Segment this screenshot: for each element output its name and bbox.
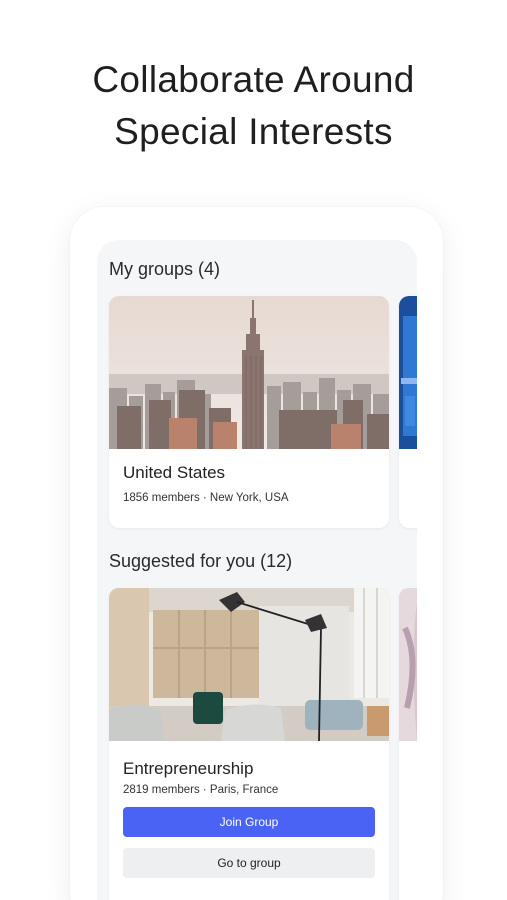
my-groups-title: My groups (4) [109, 259, 221, 279]
group-name: Entrepreneurship [123, 759, 254, 778]
group-meta: 1856 members · New York, USA [123, 492, 289, 504]
app-screen: My groups (4) United States 1856 members… [97, 240, 417, 900]
new-york-skyline-image [109, 296, 389, 449]
headline: Collaborate Around Special Interests [0, 54, 507, 158]
suggested-title: Suggested for you (12) [109, 551, 293, 571]
modern-office-image [109, 588, 389, 741]
group-name: United States [123, 463, 226, 482]
join-group-button[interactable]: Join Group [123, 807, 375, 837]
group-card-next[interactable] [399, 296, 417, 528]
go-to-group-button[interactable]: Go to group [123, 848, 375, 878]
headline-line-2: Special Interests [114, 111, 393, 152]
group-image-next [399, 296, 417, 449]
group-card-united-states[interactable]: United States 1856 members · New York, U… [109, 296, 389, 528]
headline-line-1: Collaborate Around [92, 59, 415, 100]
group-meta: 2819 members · Paris, France [123, 784, 279, 796]
suggested-card-next[interactable] [399, 588, 417, 900]
suggested-image-next [399, 588, 417, 741]
group-card-entrepreneurship[interactable]: Entrepreneurship 2819 members · Paris, F… [109, 588, 389, 900]
